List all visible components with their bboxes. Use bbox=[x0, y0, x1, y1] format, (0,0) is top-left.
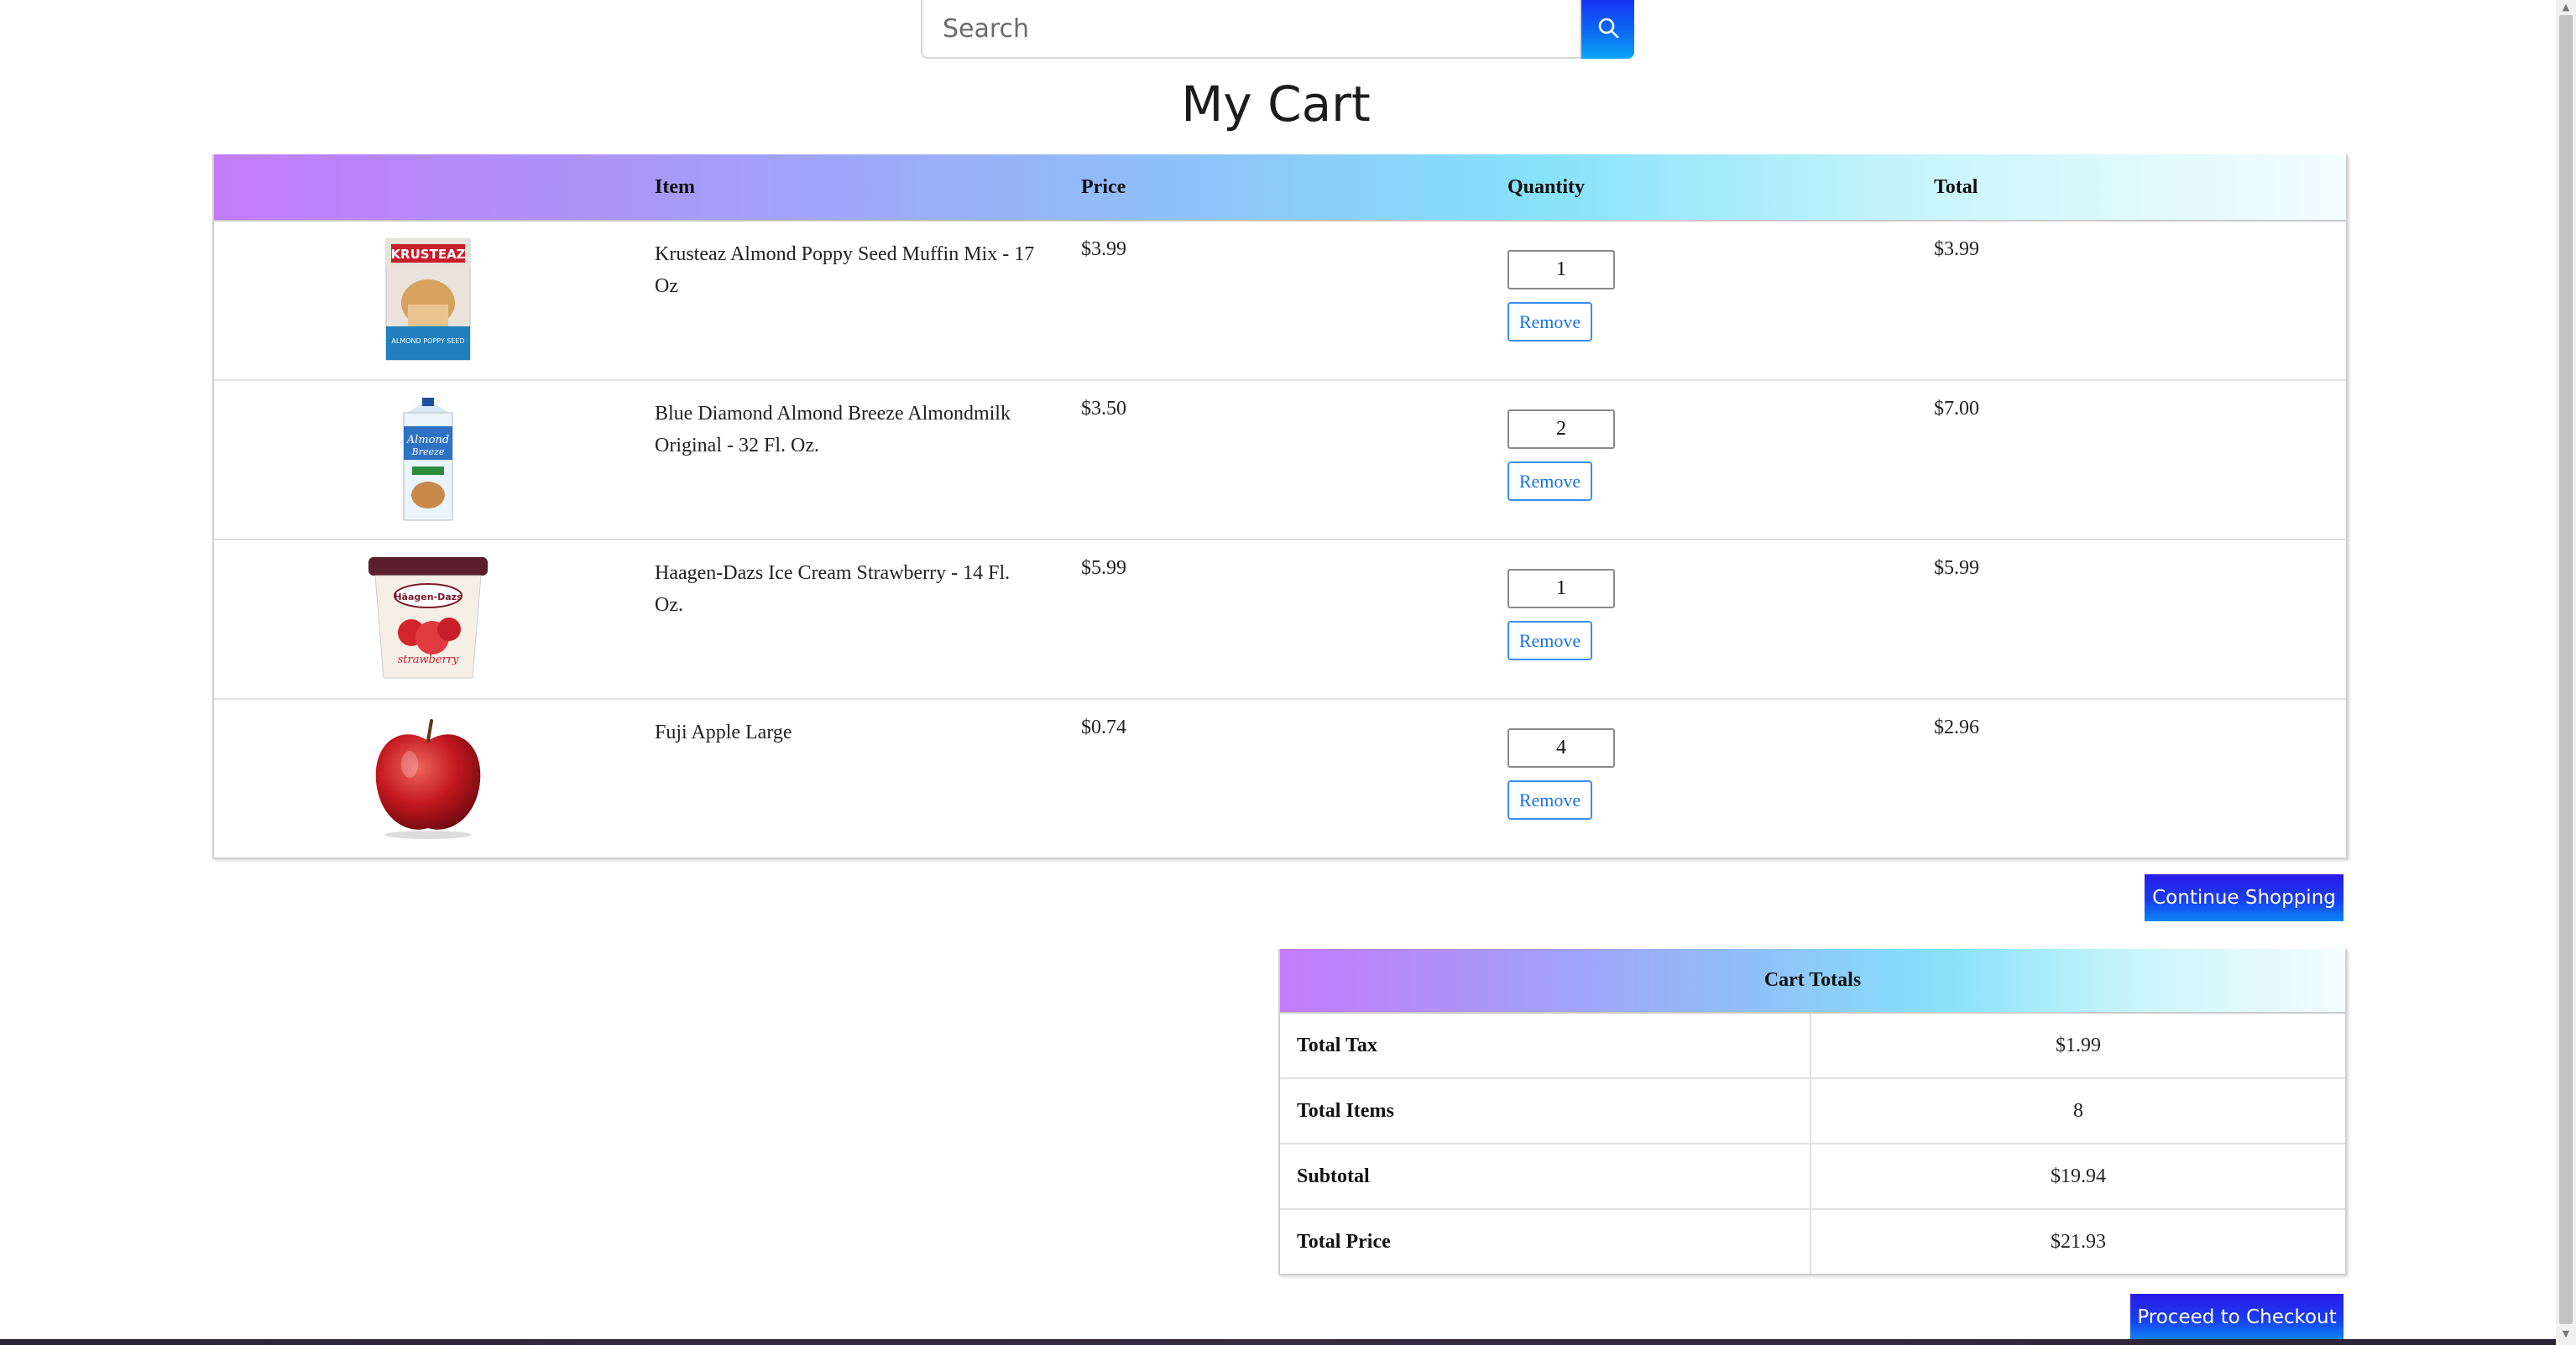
totals-label: Total Tax bbox=[1280, 1014, 1811, 1077]
item-name[interactable]: Krusteaz Almond Poppy Seed Muffin Mix - … bbox=[655, 238, 1041, 302]
item-name[interactable]: Blue Diamond Almond Breeze Almondmilk Or… bbox=[655, 398, 1041, 461]
item-name[interactable]: Fuji Apple Large bbox=[655, 717, 1041, 748]
search-input[interactable] bbox=[921, 0, 1581, 59]
header-item: Item bbox=[655, 175, 695, 198]
vertical-scrollbar[interactable]: ▲ ▼ bbox=[2556, 0, 2576, 1345]
quantity-input[interactable] bbox=[1507, 250, 1615, 289]
quantity-input[interactable] bbox=[1507, 409, 1615, 449]
totals-label: Total Price bbox=[1280, 1210, 1811, 1274]
product-image-apple bbox=[365, 715, 491, 841]
quantity-input[interactable] bbox=[1507, 569, 1615, 608]
totals-row: Total Items 8 bbox=[1280, 1079, 2345, 1144]
product-image-ice-cream: Häagen-Dazs strawberry bbox=[365, 555, 491, 681]
table-row: Fuji Apple Large $0.74 Remove $2.96 bbox=[214, 700, 2346, 858]
svg-text:Almond: Almond bbox=[406, 434, 449, 446]
item-name[interactable]: Haagen-Dazs Ice Cream Strawberry - 14 Fl… bbox=[655, 557, 1041, 621]
quantity-input[interactable] bbox=[1507, 728, 1615, 768]
remove-button[interactable]: Remove bbox=[1507, 461, 1592, 501]
page-title: My Cart bbox=[1181, 76, 1371, 133]
cart-table-header: Item Price Quantity Total bbox=[214, 154, 2346, 222]
remove-button[interactable]: Remove bbox=[1507, 621, 1592, 660]
product-image-almond-milk: Almond Breeze bbox=[365, 396, 491, 522]
item-total: $7.00 bbox=[1934, 398, 1979, 420]
bottom-edge-bar bbox=[0, 1339, 2556, 1345]
cart-totals-title: Cart Totals bbox=[1280, 949, 2345, 1014]
item-price: $3.99 bbox=[1081, 238, 1126, 260]
table-row: KRUSTEAZ ALMOND POPPY SEED Krusteaz Almo… bbox=[214, 222, 2346, 381]
totals-label: Total Items bbox=[1280, 1079, 1811, 1143]
svg-text:Häagen-Dazs: Häagen-Dazs bbox=[394, 592, 462, 602]
header-quantity: Quantity bbox=[1507, 175, 1586, 198]
svg-text:Breeze: Breeze bbox=[411, 446, 445, 457]
product-image-muffin-mix: KRUSTEAZ ALMOND POPPY SEED bbox=[365, 237, 491, 362]
item-total: $5.99 bbox=[1934, 557, 1979, 579]
totals-row: Total Price $21.93 bbox=[1280, 1210, 2345, 1274]
table-row: Almond Breeze Blue Diamond Almond Breeze… bbox=[214, 381, 2346, 540]
totals-value: $19.94 bbox=[2051, 1165, 2106, 1187]
search-icon bbox=[1597, 17, 1619, 43]
remove-button[interactable]: Remove bbox=[1507, 302, 1592, 341]
svg-text:ALMOND POPPY SEED: ALMOND POPPY SEED bbox=[391, 337, 464, 345]
totals-row: Subtotal $19.94 bbox=[1280, 1144, 2345, 1210]
header-total: Total bbox=[1934, 175, 1978, 198]
table-row: Häagen-Dazs strawberry Haagen-Dazs Ice C… bbox=[214, 540, 2346, 700]
totals-value: $1.99 bbox=[2056, 1034, 2101, 1056]
cart-table: Item Price Quantity Total KRUSTEAZ ALMON… bbox=[212, 154, 2348, 859]
totals-value: 8 bbox=[2073, 1099, 2083, 1122]
item-total: $2.96 bbox=[1934, 717, 1979, 738]
svg-text:KRUSTEAZ: KRUSTEAZ bbox=[390, 247, 465, 262]
search-bar bbox=[921, 0, 1634, 59]
search-button[interactable] bbox=[1581, 0, 1634, 59]
item-price: $3.50 bbox=[1081, 398, 1126, 420]
totals-label: Subtotal bbox=[1280, 1144, 1811, 1208]
item-price: $5.99 bbox=[1081, 557, 1126, 579]
cart-totals-table: Cart Totals Total Tax $1.99 Total Items … bbox=[1278, 949, 2347, 1275]
remove-button[interactable]: Remove bbox=[1507, 780, 1592, 820]
scroll-up-icon[interactable]: ▲ bbox=[2556, 0, 2576, 13]
item-price: $0.74 bbox=[1081, 717, 1126, 738]
totals-row: Total Tax $1.99 bbox=[1280, 1014, 2345, 1079]
item-total: $3.99 bbox=[1934, 238, 1979, 260]
totals-value: $21.93 bbox=[2051, 1230, 2106, 1253]
continue-shopping-button[interactable]: Continue Shopping bbox=[2145, 874, 2343, 921]
svg-text:strawberry: strawberry bbox=[398, 654, 459, 666]
header-price: Price bbox=[1081, 175, 1126, 198]
proceed-to-checkout-button[interactable]: Proceed to Checkout bbox=[2130, 1294, 2343, 1341]
scrollbar-thumb[interactable] bbox=[2559, 15, 2573, 1324]
scroll-down-icon[interactable]: ▼ bbox=[2556, 1327, 2576, 1340]
